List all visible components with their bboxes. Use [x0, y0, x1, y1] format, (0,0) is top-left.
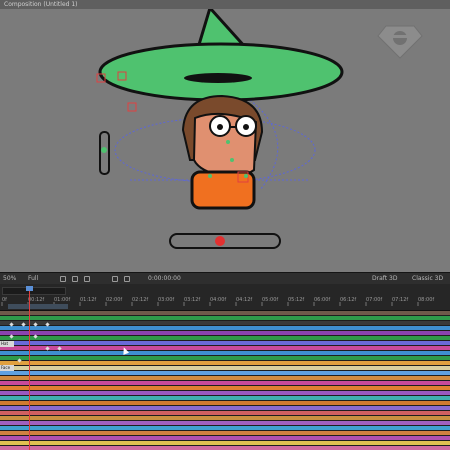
ruler-label: 02:00f	[106, 297, 122, 303]
hat-layer[interactable]	[98, 9, 344, 102]
layer-bar[interactable]	[0, 406, 450, 410]
layer-bar[interactable]	[0, 366, 450, 370]
layer-bar[interactable]	[0, 346, 450, 350]
layer-bar[interactable]	[0, 331, 450, 335]
layer-name-label[interactable]: Face	[0, 365, 14, 371]
control-slider[interactable]	[169, 233, 281, 249]
layer-bar[interactable]	[0, 336, 450, 340]
ruler-label: 05:12f	[288, 297, 304, 303]
layer-name-label[interactable]: Hat	[0, 341, 14, 347]
layer-bar[interactable]	[0, 361, 450, 365]
composition-tab-label: Composition (Untitled 1)	[4, 1, 78, 8]
layer-bar[interactable]	[0, 386, 450, 390]
viewer-toolbar: 50% Full 0:00:00:00 Draft 3D Classic 3D	[0, 272, 450, 284]
composition-canvas[interactable]	[0, 9, 450, 272]
layer-bar[interactable]	[0, 311, 450, 315]
ruler-label: 08:00f	[418, 297, 434, 303]
layer-bar[interactable]	[0, 446, 450, 450]
playhead-line[interactable]	[29, 288, 30, 450]
ruler-label: 03:12f	[184, 297, 200, 303]
ruler-label: 04:12f	[236, 297, 252, 303]
ruler-label: 07:12f	[392, 297, 408, 303]
layer-bar[interactable]	[0, 441, 450, 445]
studio-logo	[377, 25, 423, 59]
layer-bar[interactable]	[0, 356, 450, 360]
ruler-label: 00:12f	[28, 297, 44, 303]
layer-bar[interactable]	[0, 371, 450, 375]
region-icon[interactable]	[60, 276, 66, 282]
layer-bar[interactable]	[0, 321, 450, 325]
layer-bar[interactable]	[0, 351, 450, 355]
grid-icon[interactable]	[72, 276, 78, 282]
layer-stack[interactable]: Hat Face	[0, 311, 450, 450]
timeline-header: 0f 00:12f 01:00f 01:12f 02:00f 02:12f 03:00f 03…	[0, 284, 450, 311]
ruler-label: 06:00f	[314, 297, 330, 303]
layer-bar[interactable]	[0, 316, 450, 320]
layer-bar[interactable]	[0, 341, 450, 345]
layer-bar[interactable]	[0, 396, 450, 400]
layer-bar[interactable]	[0, 411, 450, 415]
composition-viewer[interactable]: Composition (Untitled 1)	[0, 0, 450, 272]
head-layer[interactable]	[181, 94, 264, 179]
ruler-label: 01:12f	[80, 297, 96, 303]
playhead-handle[interactable]	[26, 286, 33, 291]
layer-bar[interactable]	[0, 326, 450, 330]
ruler-label: 02:12f	[132, 297, 148, 303]
layer-bar[interactable]	[0, 421, 450, 425]
channel-icon[interactable]	[124, 276, 130, 282]
ruler-label: 04:00f	[210, 297, 226, 303]
layer-bar[interactable]	[0, 401, 450, 405]
work-area-bar[interactable]	[8, 304, 68, 309]
layer-bar[interactable]	[0, 416, 450, 420]
ruler-label: 03:00f	[158, 297, 174, 303]
layer-bar[interactable]	[0, 381, 450, 385]
side-control[interactable]	[99, 131, 110, 175]
layer-bar[interactable]	[0, 391, 450, 395]
composition-tab[interactable]: Composition (Untitled 1)	[0, 0, 450, 9]
ruler-label: 05:00f	[262, 297, 278, 303]
ruler-label: 01:00f	[54, 297, 70, 303]
ruler-label: 07:00f	[366, 297, 382, 303]
layer-bar[interactable]	[0, 431, 450, 435]
layer-bar[interactable]	[0, 436, 450, 440]
mask-icon[interactable]	[84, 276, 90, 282]
ruler-label: 06:12f	[340, 297, 356, 303]
ruler-label: 0f	[2, 297, 7, 303]
snapshot-icon[interactable]	[112, 276, 118, 282]
layer-bar[interactable]	[0, 426, 450, 430]
layer-bar[interactable]	[0, 376, 450, 380]
